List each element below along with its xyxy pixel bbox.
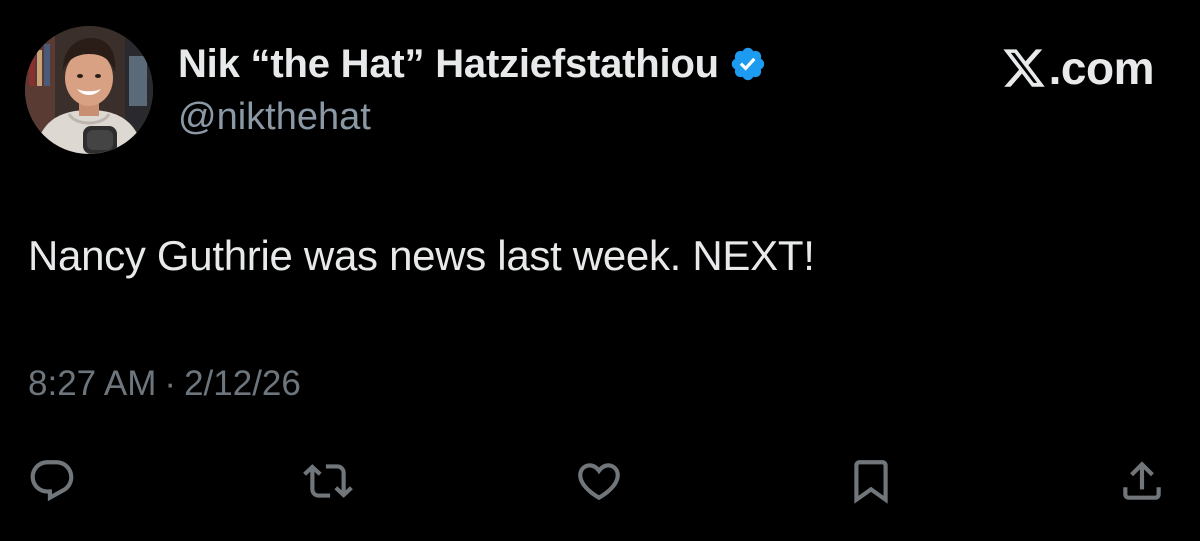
x-logo-icon: [1001, 45, 1047, 91]
timestamp-separator: ·: [164, 364, 177, 403]
like-button[interactable]: [574, 456, 624, 506]
tweet-date: 2/12/26: [184, 364, 301, 403]
like-heart-icon: [574, 456, 624, 506]
brand-domain-text: .com: [1048, 42, 1155, 94]
bookmark-icon: [846, 456, 896, 506]
author-avatar[interactable]: [25, 26, 153, 154]
brand-watermark: .com: [1001, 42, 1155, 94]
share-button[interactable]: [1117, 456, 1167, 506]
retweet-button[interactable]: [303, 456, 353, 506]
reply-icon: [27, 456, 77, 506]
tweet-text: Nancy Guthrie was news last week. NEXT!: [28, 232, 815, 279]
author-handle[interactable]: @nikthehat: [178, 96, 371, 139]
author-name-row: Nik “the Hat” Hatziefstathiou: [178, 40, 767, 88]
bookmark-button[interactable]: [846, 456, 896, 506]
avatar-image: [25, 26, 153, 154]
share-icon: [1117, 456, 1167, 506]
retweet-icon: [303, 456, 353, 506]
tweet-timestamp[interactable]: 8:27 AM · 2/12/26: [28, 364, 301, 404]
verified-badge-icon: [729, 45, 767, 83]
author-display-name[interactable]: Nik “the Hat” Hatziefstathiou: [178, 42, 719, 87]
reply-button[interactable]: [27, 456, 77, 506]
tweet-time: 8:27 AM: [28, 364, 157, 403]
tweet-card: Nik “the Hat” Hatziefstathiou @nikthehat…: [0, 0, 1200, 541]
